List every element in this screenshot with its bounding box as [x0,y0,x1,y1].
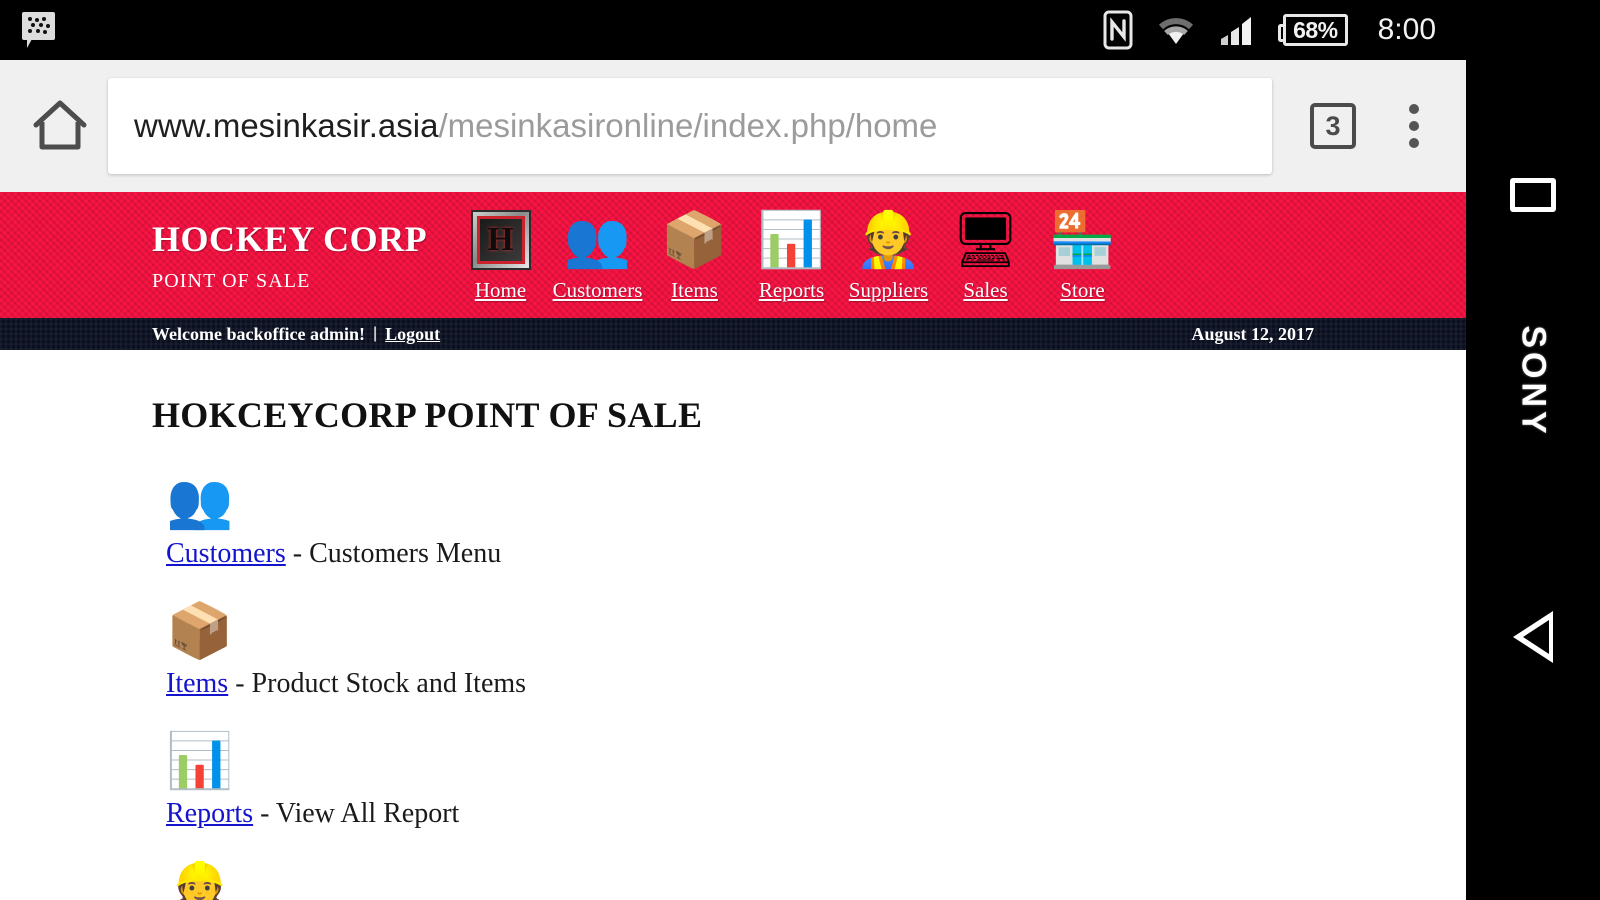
recents-square-icon[interactable] [1510,178,1556,212]
menu-desc-items: - Product Stock and Items [228,668,527,699]
menu-line-reports: Reports - View All Report [166,798,1466,830]
home-menu-list: 👥 Customers - Customers Menu 📦 Items - P… [152,468,1466,900]
bbm-chat-icon [22,12,58,48]
nfc-icon [1103,10,1133,50]
menu-entry-customers: 👥 Customers - Customers Menu [152,468,1466,570]
menu-link-reports[interactable]: Reports [166,798,253,829]
menu-link-customers[interactable]: Customers [166,538,286,569]
browser-home-button[interactable] [12,98,108,154]
nav-item-items[interactable]: 📦 Items [646,208,743,303]
customers-icon: 👥 [563,209,632,270]
browser-toolbar: www.mesinkasir.asia/mesinkasironline/ind… [0,60,1466,192]
menu-line-items: Items - Product Stock and Items [166,668,1466,700]
nav-item-store[interactable]: 🏪 Store [1034,208,1131,303]
brand-title: HOCKEY CORP [152,218,428,259]
nav-label-home: Home [474,277,527,302]
nav-item-reports[interactable]: 📊 Reports [743,208,840,303]
page-title: HOKCEYCORP POINT OF SALE [152,395,703,435]
nav-item-customers[interactable]: 👥 Customers [549,208,646,303]
brand-subtitle: POINT OF SALE [152,269,311,292]
hand-truck-icon: 📦 [166,601,234,661]
site-header: HOCKEY CORP POINT OF SALE H Home 👥 Custo… [0,192,1466,318]
phone-screen: 68% 8:00 www.mesinkasir.asia/mesinkasiro… [0,0,1600,900]
nav-label-store: Store [1060,277,1105,302]
nav-item-suppliers[interactable]: 👷 Suppliers [840,208,937,303]
device-navigation-bar: SONY [1466,0,1600,900]
storefront-icon: 🏪 [1048,209,1117,270]
nav-label-sales: Sales [963,277,1008,302]
current-date: August 12, 2017 [1191,323,1314,344]
web-page: HOCKEY CORP POINT OF SALE H Home 👥 Custo… [0,192,1466,900]
menu-desc-reports: - View All Report [253,798,460,829]
nav-item-sales[interactable]: 🖥 Sales [937,208,1034,303]
sony-brand-label: SONY [1514,325,1553,438]
hand-truck-icon: 📦 [660,209,729,270]
tab-counter-button[interactable]: 3 [1310,103,1356,149]
back-triangle-icon[interactable] [1513,611,1553,663]
welcome-bar: Welcome backoffice admin! | Logout Augus… [0,318,1466,350]
menu-entry-items: 📦 Items - Product Stock and Items [152,598,1466,700]
supplier-worker-icon: 👷 [854,209,923,270]
battery-level: 68% [1293,17,1338,43]
menu-link-items[interactable]: Items [166,668,228,699]
menu-entry-suppliers: 👷 [152,858,1466,900]
status-bar: 68% 8:00 [0,0,1466,60]
menu-entry-reports: 📊 Reports - View All Report [152,728,1466,830]
nav-label-reports: Reports [758,277,825,302]
battery-indicator: 68% [1278,14,1348,46]
welcome-separator: | [372,325,378,342]
nav-label-customers: Customers [552,277,643,302]
cash-register-icon: 🖥 [951,209,1020,270]
url-text: www.mesinkasir.asia/mesinkasironline/ind… [134,107,937,145]
url-path: /mesinkasironline/index.php/home [438,107,938,144]
supplier-worker-icon: 👷 [166,861,234,900]
wifi-icon [1159,18,1194,44]
reports-chart-icon: 📊 [757,209,826,270]
home-logo-icon: H [469,208,533,272]
page-content: HOKCEYCORP POINT OF SALE 👥 Customers - C… [0,350,1466,900]
cellular-signal-icon [1221,17,1252,45]
logo-letter: H [487,220,514,258]
url-domain: www.mesinkasir.asia [134,107,439,144]
logout-link[interactable]: Logout [385,324,440,345]
nav-label-items: Items [671,277,718,302]
customers-icon: 👥 [166,471,234,531]
url-bar[interactable]: www.mesinkasir.asia/mesinkasironline/ind… [108,78,1272,174]
status-icons: 68% 8:00 [1103,10,1466,50]
more-vertical-icon[interactable] [1384,96,1444,156]
menu-desc-customers: - Customers Menu [285,538,502,569]
reports-chart-icon: 📊 [166,731,234,791]
status-clock: 8:00 [1377,13,1436,46]
main-navigation: H Home 👥 Customers 📦 Items 📊 Reports 👷 S… [452,208,1131,303]
nav-item-home[interactable]: H Home [452,208,549,303]
welcome-message: Welcome backoffice admin! [152,323,365,344]
menu-line-customers: Customers - Customers Menu [166,538,1466,570]
nav-label-suppliers: Suppliers [848,277,929,302]
home-icon [33,100,87,150]
brand-block: HOCKEY CORP POINT OF SALE [152,218,452,293]
